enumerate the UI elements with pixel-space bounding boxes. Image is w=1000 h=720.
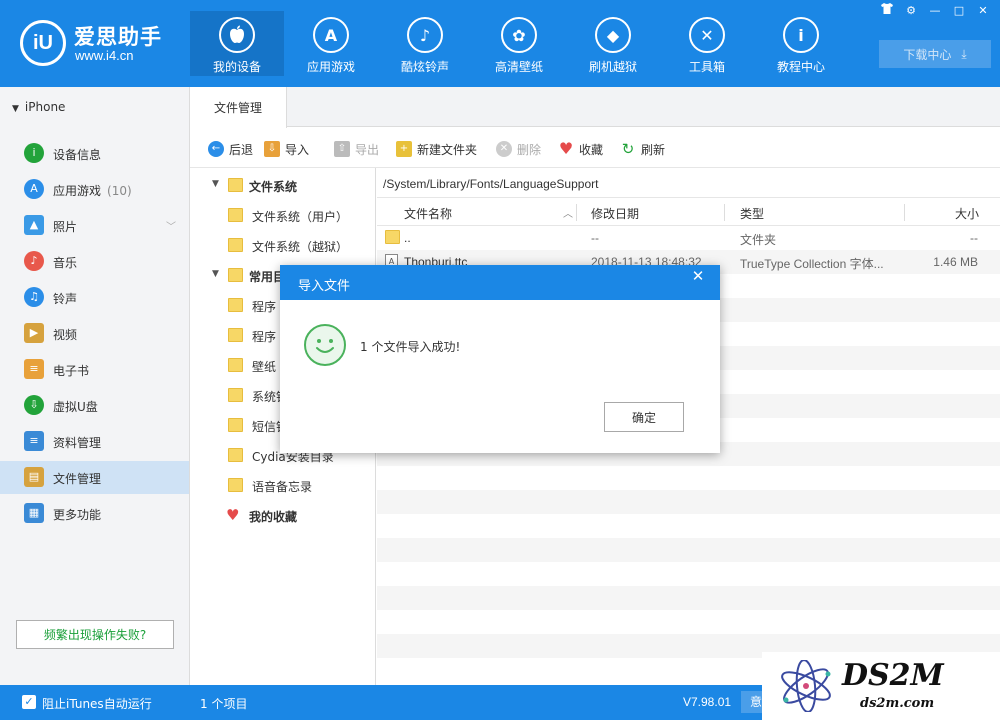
watermark-title: DS2M (842, 658, 944, 693)
dialog-title: 导入文件 (298, 279, 351, 294)
itunes-checkbox-label: 阻止iTunes自动运行 (42, 697, 152, 711)
watermark: DS2M ds2m.com (762, 652, 1000, 720)
itunes-checkbox[interactable]: ✓ (22, 695, 36, 709)
version-label: V7.98.01 (683, 695, 732, 709)
app-window: iU 爱思助手 www.i4.cn 我的设备 A 应用游戏 ♪ 酷炫铃声 ✿ 高清壁纸 ◆ 刷机… (0, 0, 1000, 720)
import-dialog: 导入文件 ✕ 1 个文件导入成功! 确定 (280, 265, 720, 453)
dialog-message: 1 个文件导入成功! (360, 340, 461, 354)
ok-button[interactable]: 确定 (604, 402, 684, 432)
close-icon[interactable]: ✕ (685, 267, 711, 287)
item-count: 1 个项目 (200, 697, 248, 711)
success-smile-icon (304, 324, 346, 366)
watermark-url: ds2m.com (860, 696, 935, 711)
atom-logo-icon (781, 660, 831, 712)
dialog-titlebar: 导入文件 ✕ (280, 265, 720, 300)
